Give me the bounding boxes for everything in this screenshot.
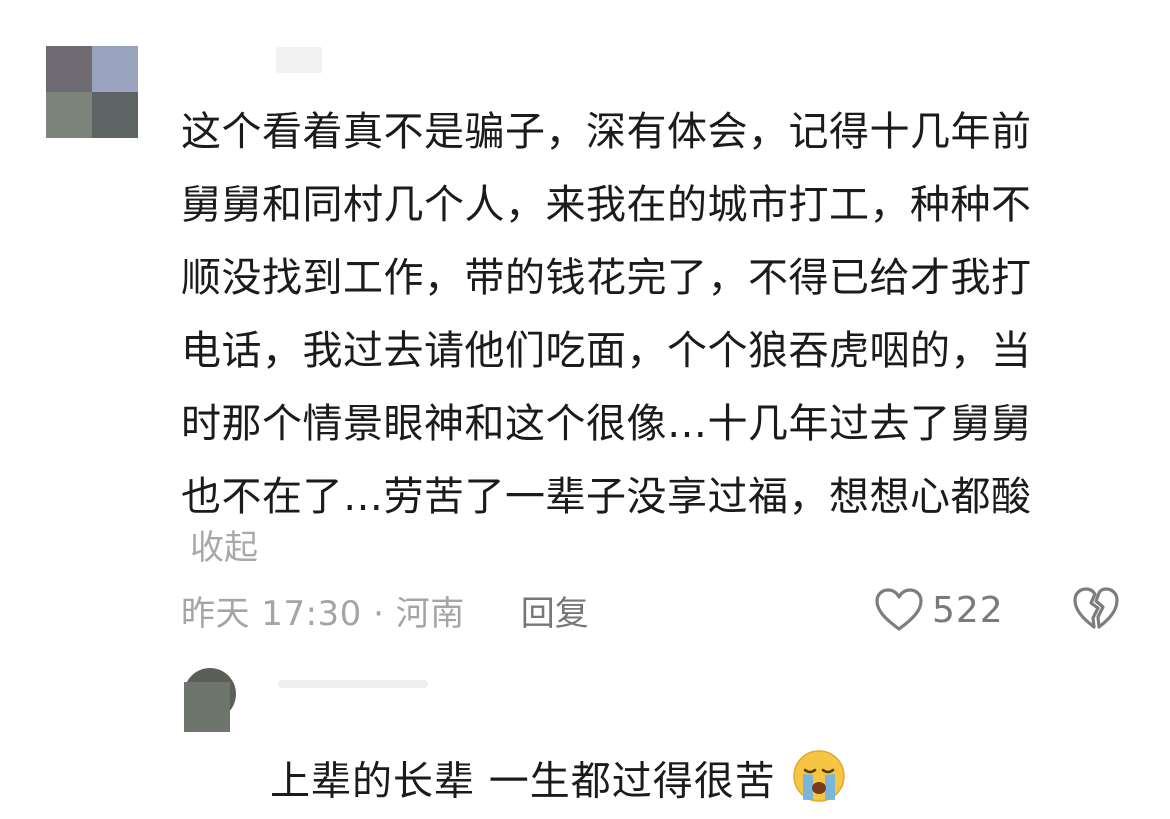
- comment-line: 顺没找到工作，带的钱花完了，不得已给才我打: [181, 255, 1032, 301]
- heart-outline-icon: [874, 587, 924, 633]
- crying-face-emoji: [791, 748, 847, 819]
- comment-line: 时那个情景眼神和这个很像…十几年过去了舅舅: [181, 401, 1032, 447]
- comment-meta: 昨天 17:30 · 河南 回复: [181, 586, 589, 634]
- comment-line: 舅舅和同村几个人，来我在的城市打工，种种不: [181, 182, 1032, 228]
- comment-body: 这个看着真不是骗子，深有体会，记得十几年前 舅舅和同村几个人，来我在的城市打工，…: [181, 96, 1111, 534]
- commenter-name-redacted: [276, 47, 322, 73]
- reply-avatar[interactable]: [184, 668, 236, 732]
- avatar-pixel: [92, 92, 138, 138]
- avatar-image: [184, 682, 230, 732]
- reply-name-redacted: [278, 680, 428, 688]
- avatar-pixel: [92, 46, 138, 92]
- broken-heart-icon: [1072, 586, 1120, 632]
- reply-button[interactable]: 回复: [521, 586, 589, 635]
- comment-line: 也不在了…劳苦了一辈子没享过福，想想心都酸: [181, 474, 1032, 520]
- avatar-pixel: [46, 92, 92, 138]
- avatar-pixel: [46, 46, 92, 92]
- dislike-button[interactable]: [1072, 586, 1120, 634]
- reply-text: 上辈的长辈 一生都过得很苦: [270, 758, 776, 805]
- like-count: 522: [932, 589, 1004, 631]
- collapse-button[interactable]: 收起: [190, 525, 258, 571]
- reply-body: 上辈的长辈 一生都过得很苦: [270, 748, 847, 819]
- comment-line: 这个看着真不是骗子，深有体会，记得十几年前: [181, 109, 1032, 155]
- comment-line: 电话，我过去请他们吃面，个个狼吞虎咽的，当: [181, 328, 1032, 374]
- commenter-avatar[interactable]: [46, 46, 138, 138]
- like-button[interactable]: 522: [874, 584, 1004, 636]
- comment-time-location: 昨天 17:30 · 河南: [181, 593, 465, 634]
